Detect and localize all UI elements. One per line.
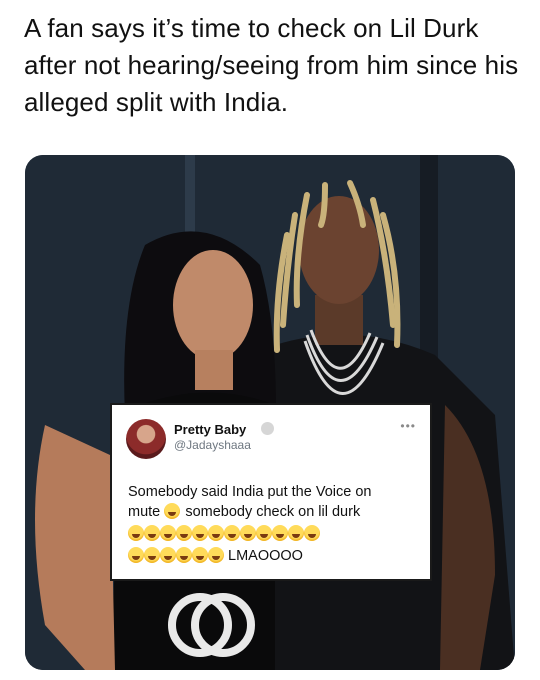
face-with-tears-of-joy-icon: [304, 525, 320, 541]
tweet-author-name: Pretty Baby: [174, 422, 247, 437]
face-with-tears-of-joy-icon: [128, 525, 144, 541]
face-with-tears-of-joy-icon: [192, 547, 208, 563]
more-options-icon: •••: [400, 419, 416, 433]
face-with-tears-of-joy-icon: [208, 525, 224, 541]
face-with-tears-of-joy-icon: [176, 525, 192, 541]
tweet-line-2-end: somebody check on lil durk: [185, 504, 361, 520]
face-with-tears-of-joy-icon: [176, 547, 192, 563]
tweet-author-handle: @Jadayshaaa: [174, 438, 251, 452]
avatar: [126, 419, 166, 459]
tweet-trailing-text: LMAOOOO: [228, 548, 303, 564]
face-with-tears-of-joy-icon: [144, 547, 160, 563]
tweet-line-1: Somebody said India put the Voice on: [128, 484, 372, 500]
tweet-card: Pretty Baby @Jadayshaaa ••• Somebody sai…: [110, 403, 432, 581]
face-with-tears-of-joy-icon: [272, 525, 288, 541]
face-with-tears-of-joy-icon: [208, 547, 224, 563]
face-with-tears-of-joy-icon: [288, 525, 304, 541]
face-with-tears-of-joy-icon: [256, 525, 272, 541]
verified-badge-icon: [261, 422, 274, 435]
face-with-tears-of-joy-icon: [160, 525, 176, 541]
tweet-body: Somebody said India put the Voice on mut…: [128, 482, 424, 566]
headline-text: A fan says it’s time to check on Lil Dur…: [24, 13, 519, 117]
tweet-line-2-start: mute: [128, 504, 161, 520]
face-with-tears-of-joy-icon: [192, 525, 208, 541]
face-with-tears-of-joy-icon: [240, 525, 256, 541]
emoji-row-1: [128, 524, 424, 544]
face-with-tears-of-joy-icon: [164, 503, 181, 519]
emoji-row-2: LMAOOOO: [128, 546, 424, 566]
tweet-line-2: mute somebody check on lil durk: [128, 502, 424, 522]
face-with-tears-of-joy-icon: [128, 547, 144, 563]
face-with-tears-of-joy-icon: [224, 525, 240, 541]
face-with-tears-of-joy-icon: [160, 547, 176, 563]
face-with-tears-of-joy-icon: [144, 525, 160, 541]
